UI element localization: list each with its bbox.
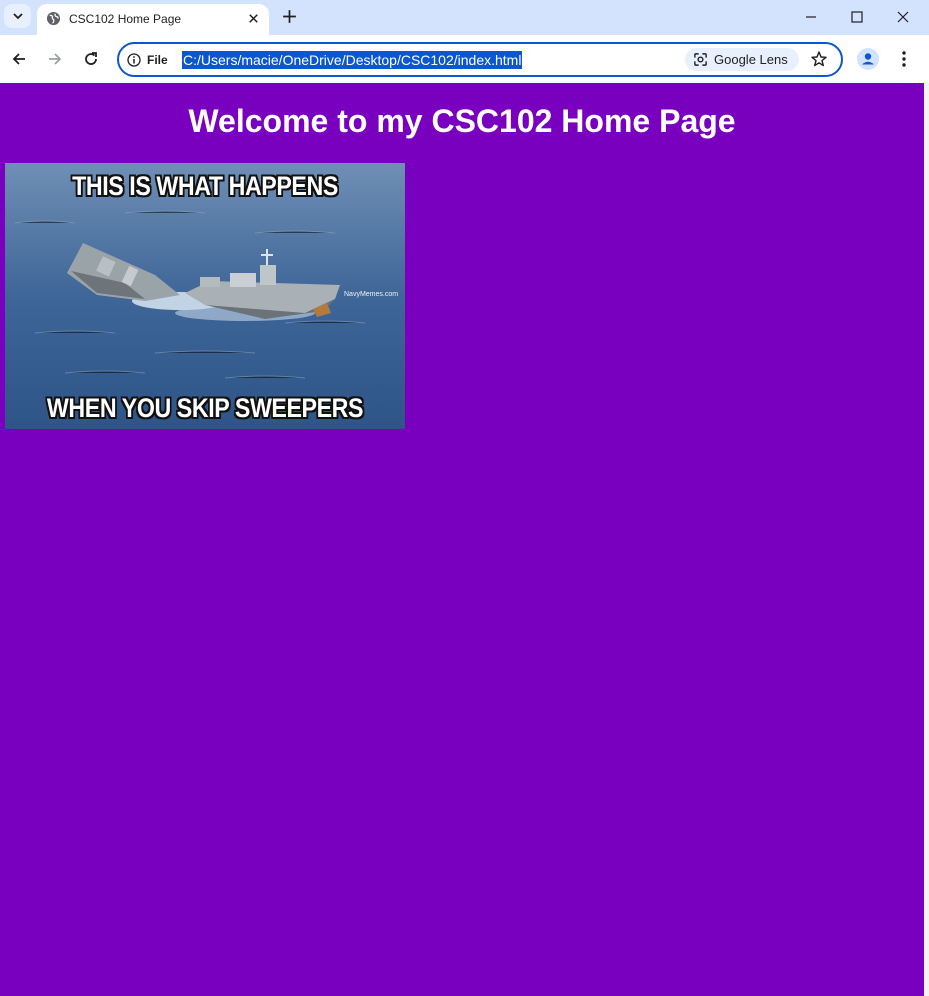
google-lens-label: Google Lens — [714, 52, 788, 67]
page-heading: Welcome to my CSC102 Home Page — [188, 103, 736, 139]
active-tab[interactable]: CSC102 Home Page — [37, 4, 269, 35]
back-arrow-icon[interactable] — [10, 50, 28, 68]
url-text[interactable]: C:/Users/macie/OneDrive/Desktop/CSC102/i… — [182, 51, 523, 69]
browser-toolbar: File C:/Users/macie/OneDrive/Desktop/CSC… — [0, 35, 929, 83]
kebab-menu-icon[interactable] — [895, 49, 913, 69]
meme-watermark: NavyMemes.com — [344, 291, 399, 298]
site-info-chip[interactable]: File — [127, 51, 168, 68]
minimize-icon[interactable] — [802, 8, 820, 26]
meme-image: THIS IS WHAT HAPPENS WHEN YOU SKIP SWEEP… — [5, 163, 405, 429]
address-bar[interactable]: File C:/Users/macie/OneDrive/Desktop/CSC… — [117, 42, 843, 77]
star-icon[interactable] — [810, 50, 828, 68]
close-icon[interactable] — [246, 11, 261, 26]
maximize-icon[interactable] — [848, 8, 866, 26]
tab-search-button[interactable] — [4, 4, 31, 28]
tab-title: CSC102 Home Page — [69, 12, 182, 26]
profile-icon[interactable] — [857, 48, 879, 70]
plus-icon[interactable] — [281, 8, 298, 25]
window-close-icon[interactable] — [894, 8, 912, 26]
page-viewport: Welcome to my CSC102 Home Page THIS IS W… — [0, 83, 924, 996]
google-lens-button[interactable]: Google Lens — [685, 48, 799, 71]
tab-search-icon — [12, 13, 23, 20]
reload-icon[interactable] — [82, 50, 100, 68]
tab-strip: CSC102 Home Page — [0, 0, 929, 35]
globe-icon — [46, 11, 61, 26]
lens-icon — [694, 53, 707, 66]
info-icon — [127, 52, 141, 67]
forward-arrow-icon[interactable] — [46, 50, 64, 68]
window-edge — [924, 83, 929, 996]
meme-top-caption: THIS IS WHAT HAPPENS — [72, 171, 338, 201]
meme-bottom-caption: WHEN YOU SKIP SWEEPERS — [46, 393, 364, 423]
security-chip-label: File — [147, 52, 168, 67]
